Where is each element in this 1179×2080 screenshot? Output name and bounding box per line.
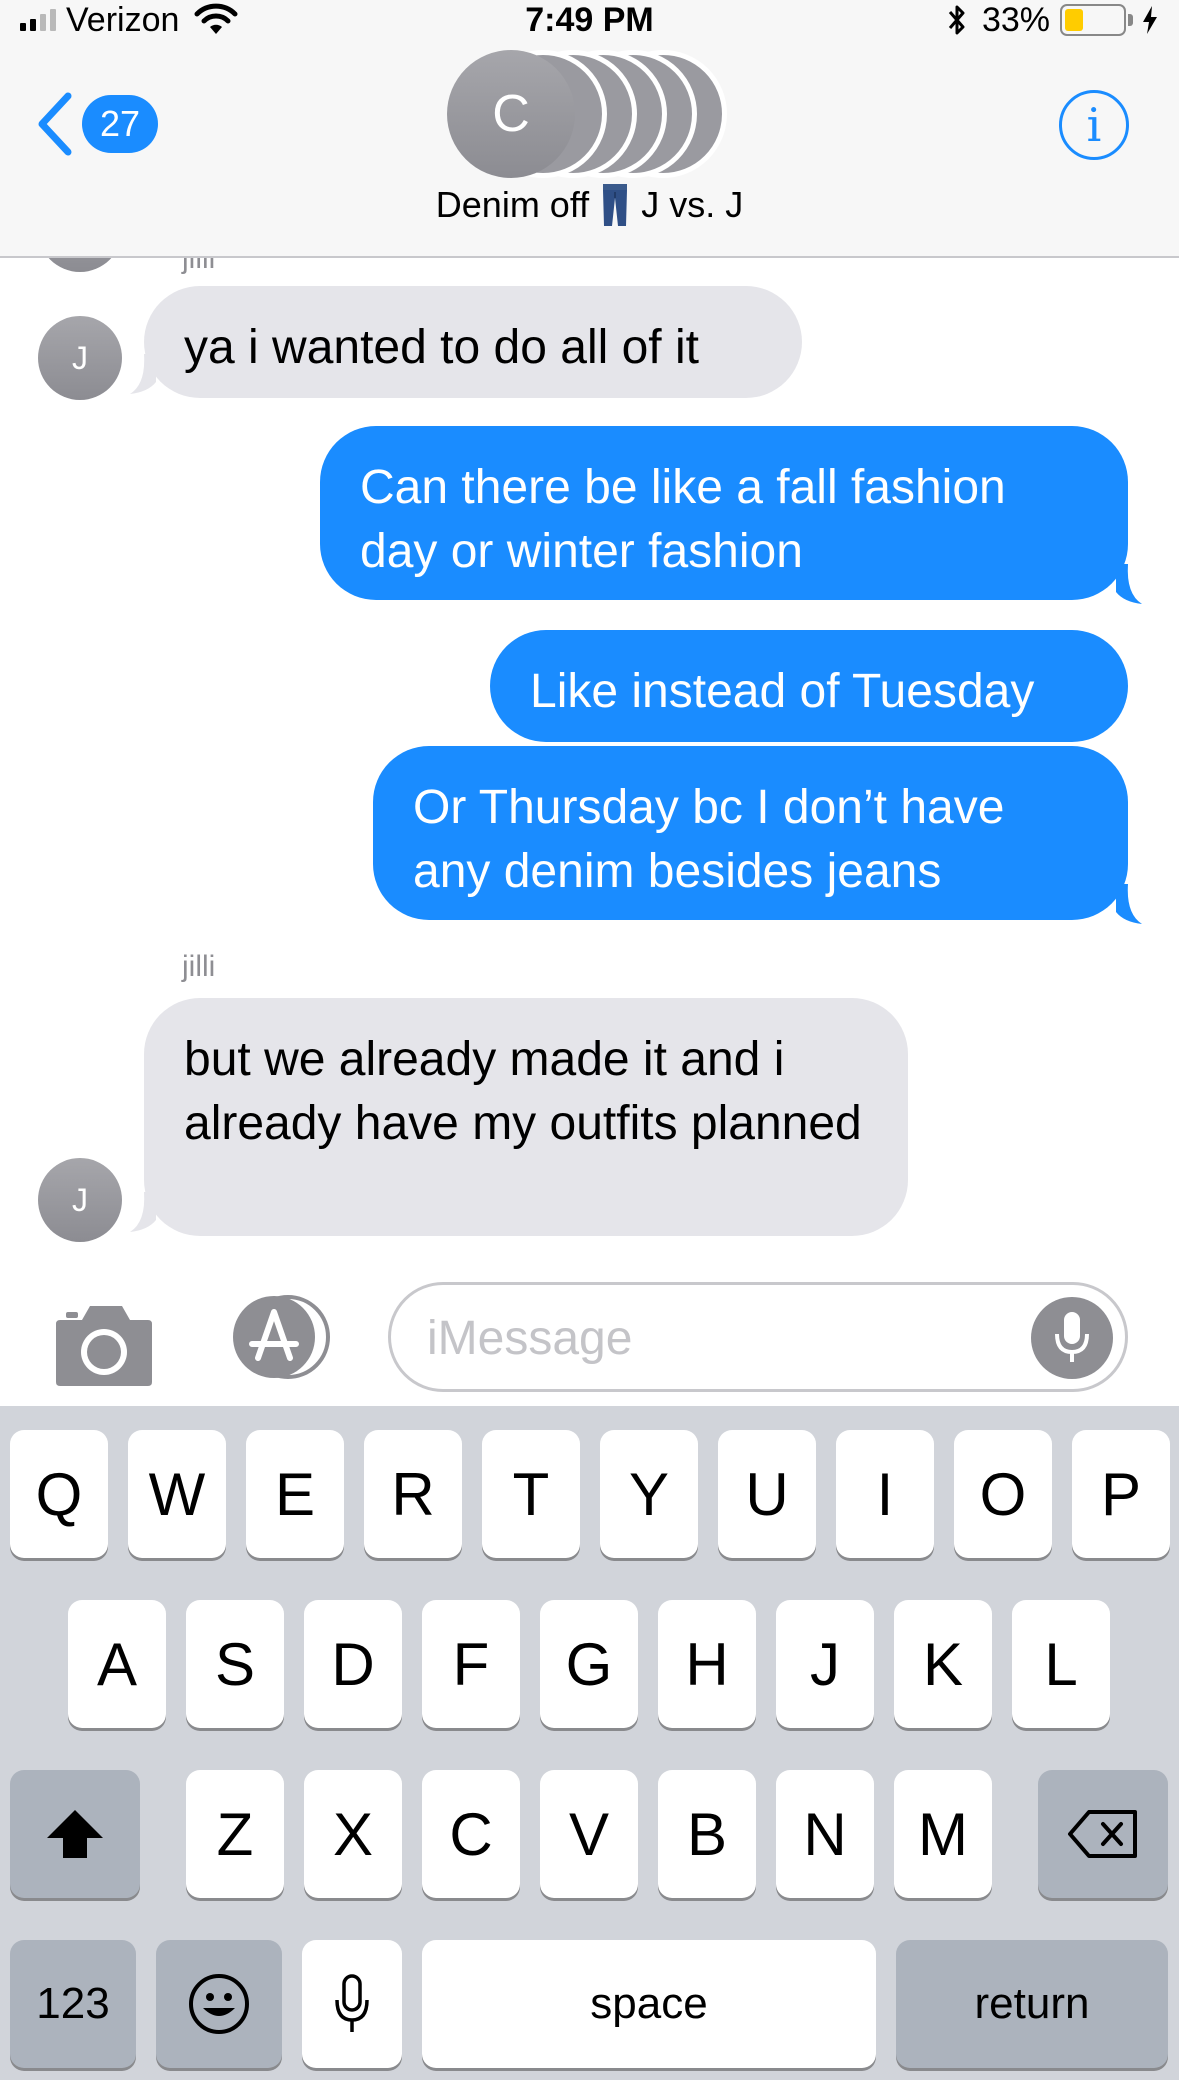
avatar-partial [38, 258, 122, 272]
message-bubble-outgoing[interactable]: Like instead of Tuesday [490, 630, 1128, 742]
key-s[interactable]: S [186, 1600, 284, 1728]
compose-bar [0, 1278, 1179, 1406]
key-z[interactable]: Z [186, 1770, 284, 1898]
app-store-icon[interactable] [220, 1292, 336, 1382]
key-i[interactable]: I [836, 1430, 934, 1558]
microphone-icon [1055, 1312, 1089, 1362]
status-right: 33% [946, 0, 1159, 40]
battery-icon [1060, 4, 1126, 36]
key-e[interactable]: E [246, 1430, 344, 1558]
group-avatar-stack[interactable]: C [447, 50, 737, 178]
key-k[interactable]: K [894, 1600, 992, 1728]
key-u[interactable]: U [718, 1430, 816, 1558]
key-a[interactable]: A [68, 1600, 166, 1728]
key-b[interactable]: B [658, 1770, 756, 1898]
delete-key[interactable] [1038, 1770, 1168, 1898]
message-field[interactable] [388, 1282, 1128, 1392]
message-bubble-incoming[interactable]: ya i wanted to do all of it [144, 286, 802, 398]
key-m[interactable]: M [894, 1770, 992, 1898]
camera-icon[interactable] [52, 1298, 156, 1388]
return-key[interactable]: return [896, 1940, 1168, 2068]
dictation-key[interactable] [302, 1940, 402, 2068]
sender-name: jilli [182, 950, 216, 983]
key-n[interactable]: N [776, 1770, 874, 1898]
key-y[interactable]: Y [600, 1430, 698, 1558]
key-h[interactable]: H [658, 1600, 756, 1728]
charging-bolt-icon [1143, 6, 1157, 34]
keyboard: QWERTYUIOP ASDFGHJKL ZXCVBNM 123 space r… [0, 1406, 1179, 2080]
emoji-key[interactable] [156, 1940, 282, 2068]
message-input[interactable] [427, 1303, 987, 1373]
key-v[interactable]: V [540, 1770, 638, 1898]
key-f[interactable]: F [422, 1600, 520, 1728]
sender-name-partial: jilli [182, 258, 216, 275]
unread-count-badge: 27 [82, 95, 158, 153]
bluetooth-icon [948, 5, 965, 35]
key-w[interactable]: W [128, 1430, 226, 1558]
emoji-icon [189, 1974, 249, 2034]
key-g[interactable]: G [540, 1600, 638, 1728]
conversation-header: 27 C Denim off J vs. J i [0, 40, 1179, 258]
key-r[interactable]: R [364, 1430, 462, 1558]
key-l[interactable]: L [1012, 1600, 1110, 1728]
dictation-button[interactable] [1031, 1297, 1113, 1379]
shift-arrow-icon [47, 1810, 103, 1858]
key-q[interactable]: Q [10, 1430, 108, 1558]
battery-fill [1065, 9, 1084, 31]
group-name-suffix: J vs. J [641, 184, 744, 225]
group-name-text: Denim off [435, 184, 590, 225]
numbers-key[interactable]: 123 [10, 1940, 136, 2068]
info-button[interactable]: i [1059, 90, 1129, 160]
jeans-emoji-icon [603, 184, 628, 226]
space-key[interactable]: space [422, 1940, 876, 2068]
message-bubble-incoming[interactable]: but we already made it and i already hav… [144, 998, 908, 1236]
status-bar: Verizon 7:49 PM 33% [0, 0, 1179, 40]
message-list[interactable]: jilli J ya i wanted to do all of it Can … [0, 258, 1179, 1278]
key-x[interactable]: X [304, 1770, 402, 1898]
sender-avatar[interactable]: J [38, 316, 122, 400]
microphone-icon [335, 1974, 369, 2032]
battery-cap [1128, 14, 1133, 26]
key-p[interactable]: P [1072, 1430, 1170, 1558]
battery-percent: 33% [981, 0, 1050, 39]
shift-key[interactable] [10, 1770, 140, 1898]
key-o[interactable]: O [954, 1430, 1052, 1558]
back-button[interactable]: 27 [36, 92, 158, 156]
key-c[interactable]: C [422, 1770, 520, 1898]
key-t[interactable]: T [482, 1430, 580, 1558]
group-name[interactable]: Denim off J vs. J [0, 182, 1179, 228]
message-bubble-outgoing[interactable]: Or Thursday bc I don’t have any denim be… [373, 746, 1128, 920]
key-d[interactable]: D [304, 1600, 402, 1728]
group-avatar: C [447, 50, 575, 178]
chevron-left-icon [38, 92, 72, 156]
sender-avatar[interactable]: J [38, 1158, 122, 1242]
backspace-icon [1068, 1810, 1137, 1858]
key-j[interactable]: J [776, 1600, 874, 1728]
message-bubble-outgoing[interactable]: Can there be like a fall fashion day or … [320, 426, 1128, 600]
